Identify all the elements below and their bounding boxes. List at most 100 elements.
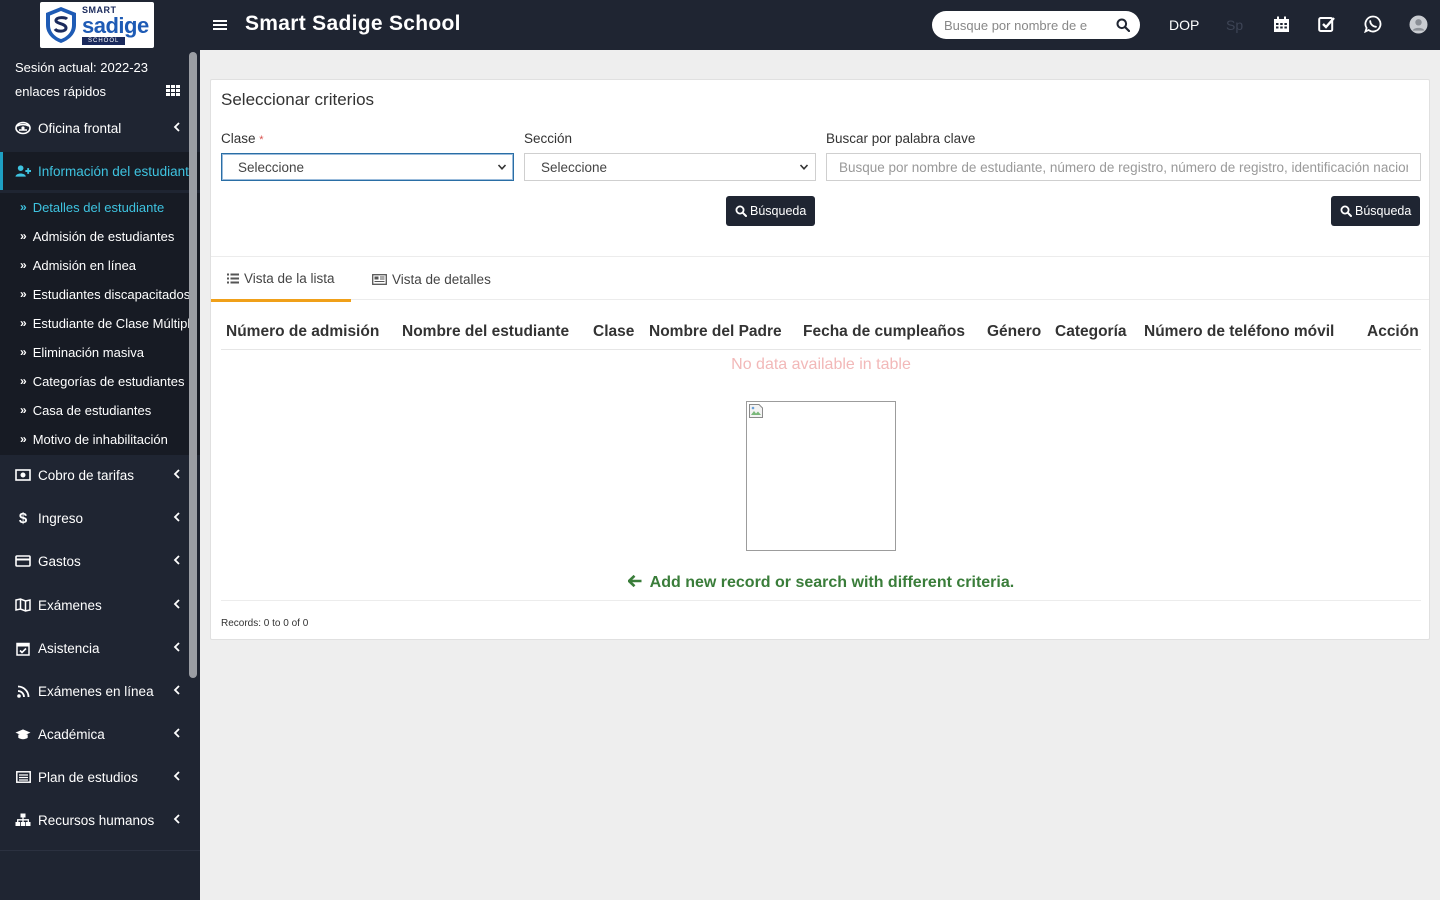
empty-table-message: No data available in table: [731, 356, 911, 373]
sidebar-item-exams[interactable]: Exámenes: [0, 586, 188, 624]
sidebar-item-fees-collection[interactable]: Cobro de tarifas: [0, 456, 188, 494]
keyword-search-input[interactable]: [826, 153, 1421, 181]
whatsapp-icon[interactable]: [1363, 14, 1383, 34]
sidebar-item-syllabus[interactable]: Plan de estudios: [0, 758, 188, 796]
sidebar-item-academics[interactable]: Académica: [0, 715, 188, 753]
global-search-input[interactable]: [944, 17, 1094, 33]
column-header[interactable]: Fecha de cumpleaños: [803, 323, 965, 341]
tab-label: Vista de detalles: [392, 271, 491, 287]
calendar-check-icon: [15, 640, 31, 656]
column-header[interactable]: Género: [987, 323, 1041, 341]
column-header[interactable]: Número de teléfono móvil: [1144, 323, 1334, 341]
top-header: SMART sadige SCHOOL Smart Sadige School …: [0, 0, 1440, 50]
subitem-label: Casa de estudiantes: [32, 402, 152, 418]
front-office-icon: [15, 120, 31, 136]
double-chevron-icon: »: [20, 374, 27, 388]
chevron-left-icon: [173, 599, 180, 609]
list-alt-icon: [15, 769, 31, 785]
sidebar-subitem-multi-class[interactable]: » Estudiante de Clase Múltiple: [20, 312, 197, 334]
dollar-icon: $: [18, 509, 28, 527]
sidebar-subitem-student-admission[interactable]: » Admisión de estudiantes: [20, 225, 174, 247]
menu-icon[interactable]: [213, 17, 227, 33]
subitem-label: Admisión de estudiantes: [32, 228, 175, 244]
sidebar-scrollbar[interactable]: [189, 52, 197, 678]
sidebar-subitem-student-categories[interactable]: » Categorías de estudiantes: [20, 370, 184, 392]
chevron-left-icon: [173, 512, 180, 522]
section-select[interactable]: Seleccione: [524, 153, 816, 181]
search-icon: [1340, 205, 1352, 217]
sidebar-subitem-student-details[interactable]: » Detalles del estudiante: [20, 196, 164, 218]
sidebar-item-label: Académica: [38, 726, 105, 742]
students-table-header: Número de admisión Nombre del estudiante…: [221, 318, 1421, 350]
sidebar-item-label: Ingreso: [38, 510, 84, 526]
sidebar-item-label: Exámenes en línea: [38, 683, 154, 699]
sidebar-item-attendance[interactable]: Asistencia: [0, 629, 188, 667]
chevron-left-icon: [173, 642, 180, 652]
tab-label: Vista de la lista: [244, 270, 335, 286]
calendar-icon[interactable]: [1271, 14, 1291, 34]
panel-title: Seleccionar criterios: [221, 90, 375, 109]
sidebar-subitem-disabled-students[interactable]: » Estudiantes discapacitados: [20, 283, 190, 305]
graduation-cap-icon: [15, 726, 31, 742]
currency-selector[interactable]: DOP: [1169, 17, 1199, 33]
subitem-label: Admisión en línea: [32, 257, 137, 273]
column-header[interactable]: Nombre del estudiante: [402, 323, 569, 341]
column-header[interactable]: Clase: [593, 323, 634, 341]
current-session[interactable]: Sesión actual: 2022-23: [15, 60, 148, 75]
sidebar-item-income[interactable]: $ Ingreso: [0, 499, 188, 537]
double-chevron-icon: »: [20, 200, 27, 214]
view-tabs: Vista de la lista Vista de detalles: [211, 256, 1429, 302]
sitemap-icon: [15, 812, 31, 828]
chevron-left-icon: [173, 469, 180, 479]
language-selector[interactable]: Sp: [1226, 17, 1243, 33]
add-record-link[interactable]: Add new record or search with different …: [221, 574, 1421, 592]
column-header[interactable]: Acción: [1367, 323, 1419, 341]
sidebar-item-front-office[interactable]: Oficina frontal: [0, 109, 188, 147]
search-by-class-button[interactable]: Búsqueda: [726, 196, 816, 226]
sidebar-item-label: Exámenes: [38, 597, 102, 613]
column-header[interactable]: Categoría: [1055, 323, 1127, 341]
class-label-text: Clase: [221, 131, 256, 146]
sidebar-item-student-info[interactable]: Información del estudiante: [0, 152, 200, 190]
tab-list-view[interactable]: Vista de la lista: [211, 257, 351, 302]
class-select-value: Seleccione: [238, 159, 305, 175]
newspaper-icon: [372, 273, 387, 285]
double-chevron-icon: »: [20, 287, 27, 301]
chevron-left-icon: [173, 771, 180, 781]
sidebar-item-expenses[interactable]: Gastos: [0, 542, 188, 580]
sidebar-item-label: Asistencia: [38, 640, 100, 656]
column-header[interactable]: Número de admisión: [226, 323, 379, 341]
tab-details-view[interactable]: Vista de detalles: [356, 257, 507, 301]
subitem-label: Detalles del estudiante: [32, 199, 165, 215]
search-icon: [735, 205, 747, 217]
class-select[interactable]: Seleccione: [221, 153, 514, 181]
map-icon: [15, 597, 31, 613]
double-chevron-icon: »: [20, 316, 27, 330]
sidebar-subitem-student-house[interactable]: » Casa de estudiantes: [20, 399, 151, 421]
sidebar-subitem-bulk-delete[interactable]: » Eliminación masiva: [20, 341, 144, 363]
button-label: Búsqueda: [1355, 204, 1412, 218]
sidebar-subitem-disable-reason[interactable]: » Motivo de inhabilitación: [20, 428, 168, 450]
search-icon[interactable]: [1116, 18, 1130, 32]
check-square-icon[interactable]: [1317, 14, 1337, 34]
sidebar-subitem-online-admission[interactable]: » Admisión en línea: [20, 254, 136, 276]
grid-icon[interactable]: [166, 85, 180, 97]
chevron-left-icon: [173, 685, 180, 695]
school-logo[interactable]: SMART sadige SCHOOL: [40, 2, 154, 48]
quick-links[interactable]: enlaces rápidos: [15, 84, 106, 99]
sidebar-item-label: Oficina frontal: [38, 120, 122, 136]
double-chevron-icon: »: [20, 258, 27, 272]
sidebar-item-human-resources[interactable]: Recursos humanos: [0, 801, 188, 839]
chevron-left-icon: [173, 122, 180, 132]
broken-image-icon: [749, 404, 763, 418]
chevron-left-icon: [173, 555, 180, 565]
sidebar-item-label: Gastos: [38, 553, 81, 569]
chevron-down-icon: [799, 164, 809, 170]
search-by-keyword-button[interactable]: Búsqueda: [1331, 196, 1421, 226]
user-avatar-icon[interactable]: [1408, 14, 1428, 34]
student-search-panel: Seleccionar criterios Clase * Seleccione…: [210, 79, 1430, 640]
sidebar-item-online-exams[interactable]: Exámenes en línea: [0, 672, 188, 710]
chevron-down-icon: [497, 164, 507, 170]
empty-state-image: [746, 401, 896, 551]
column-header[interactable]: Nombre del Padre: [649, 323, 782, 341]
